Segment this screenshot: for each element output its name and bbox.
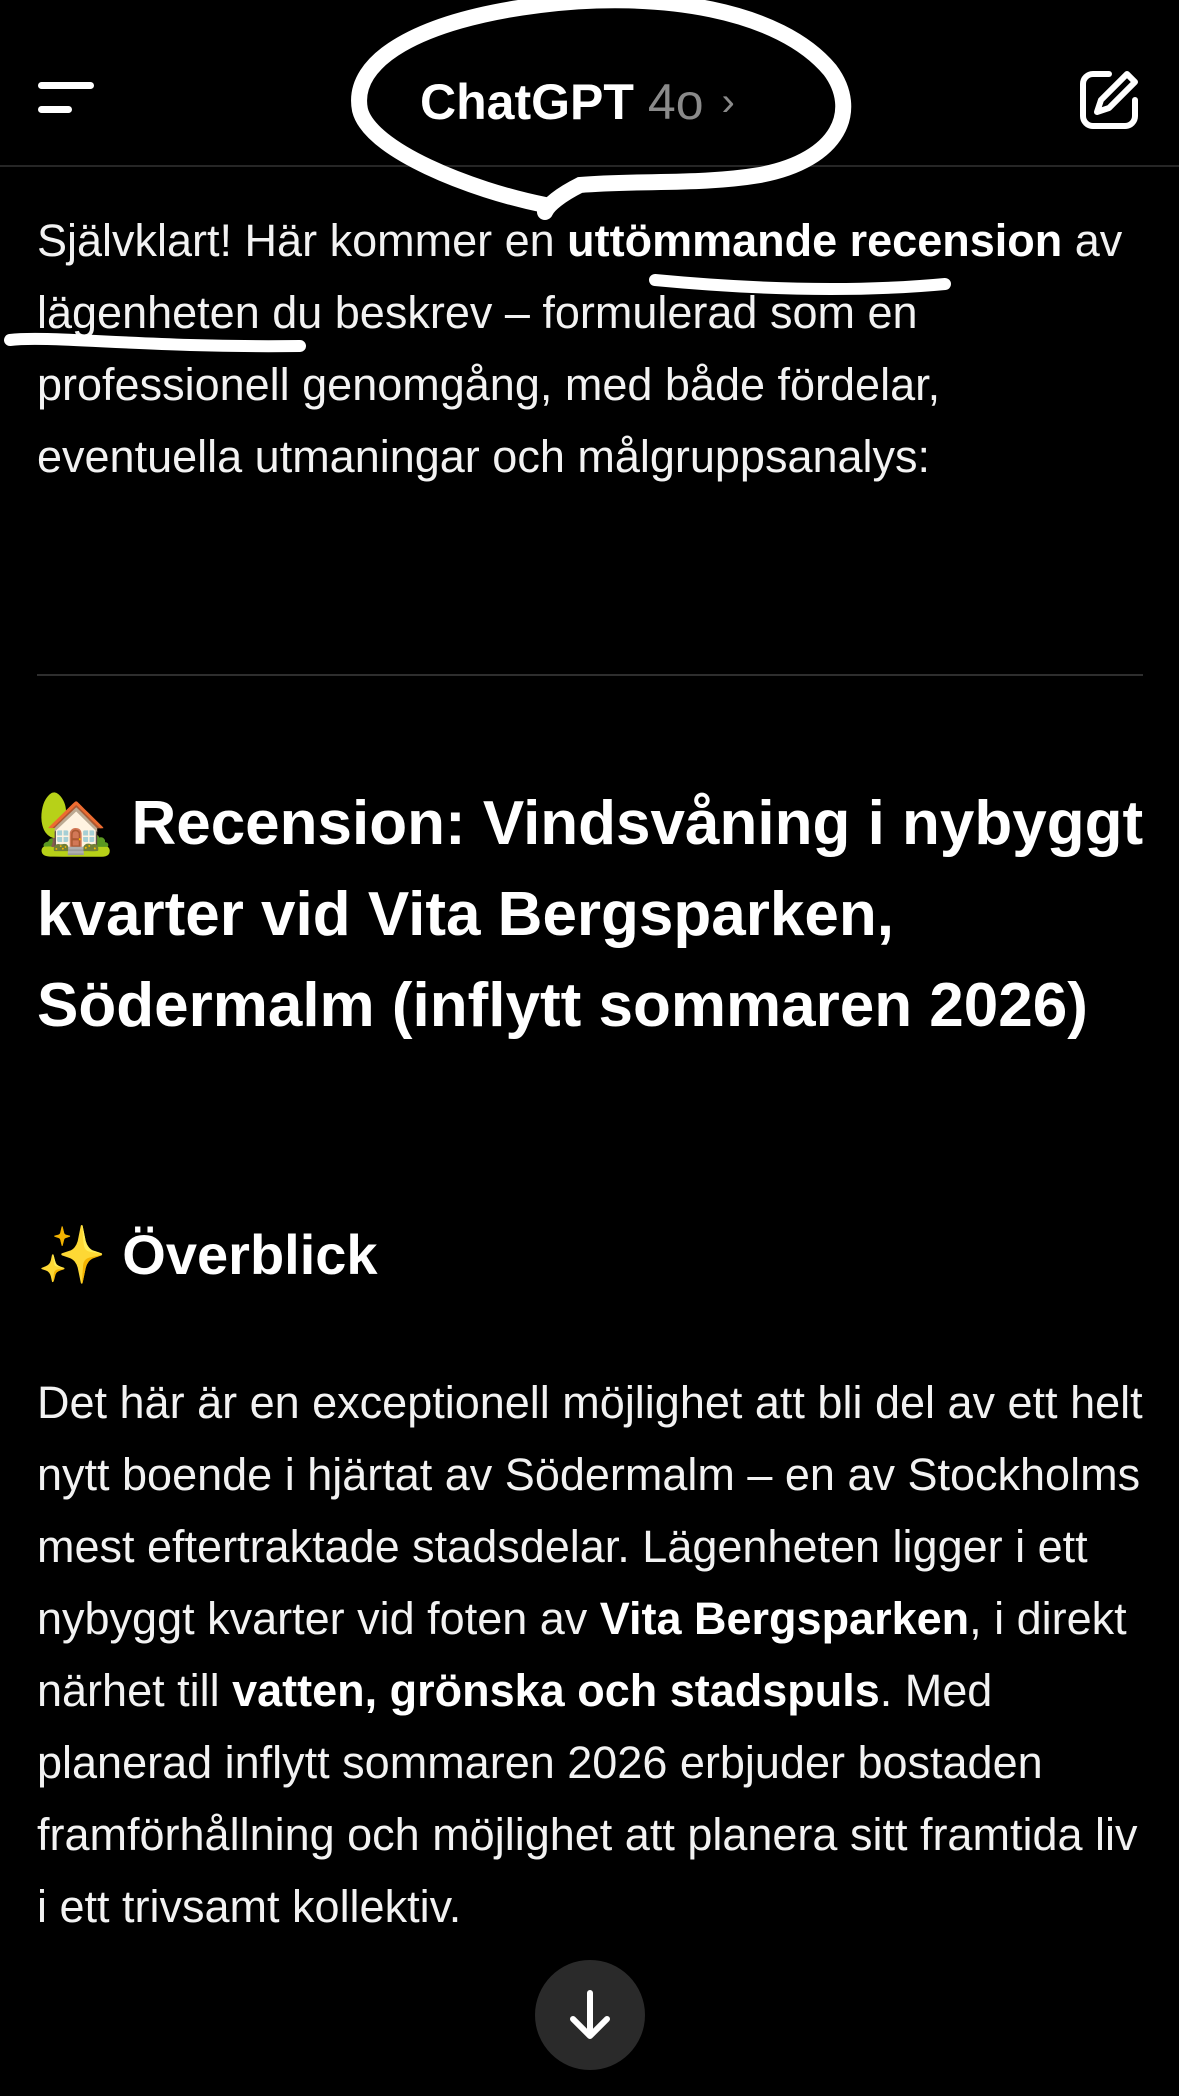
para-bold-2: vatten, grönska och stadspuls (232, 1665, 880, 1716)
para-bold-1: Vita Bergsparken (599, 1593, 970, 1644)
intro-text: Självklart! Här kommer en (37, 215, 568, 266)
sparkles-icon: ✨ (37, 1223, 107, 1288)
top-bar: ChatGPT 4o › (0, 0, 1179, 167)
menu-button[interactable] (28, 70, 108, 130)
divider (37, 674, 1143, 676)
section-title: Överblick (122, 1223, 378, 1286)
intro-paragraph: Självklart! Här kommer en uttömmande rec… (37, 205, 1147, 493)
compose-icon (1080, 71, 1138, 129)
compose-button[interactable] (1075, 66, 1143, 134)
overview-paragraph: Det här är en exceptionell möjlighet att… (37, 1367, 1147, 1943)
house-icon: 🏡 (37, 786, 115, 859)
scroll-down-button[interactable] (535, 1960, 645, 2070)
model-label: 4o (647, 74, 704, 130)
model-selector[interactable]: ChatGPT 4o › (420, 72, 735, 132)
chevron-right-icon: › (721, 79, 735, 124)
assistant-message: Självklart! Här kommer en uttömmande rec… (37, 205, 1147, 493)
arrow-down-icon (570, 1990, 610, 2039)
review-heading: 🏡 Recension: Vindsvåning i nybyggt kvart… (37, 777, 1147, 1051)
intro-bold-text: uttömmande recension (567, 215, 1063, 266)
app-title: ChatGPT (420, 74, 634, 130)
review-heading-text: Recension: Vindsvåning i nybyggt kvarter… (37, 789, 1144, 1040)
section-heading: ✨ Överblick (37, 1215, 378, 1296)
